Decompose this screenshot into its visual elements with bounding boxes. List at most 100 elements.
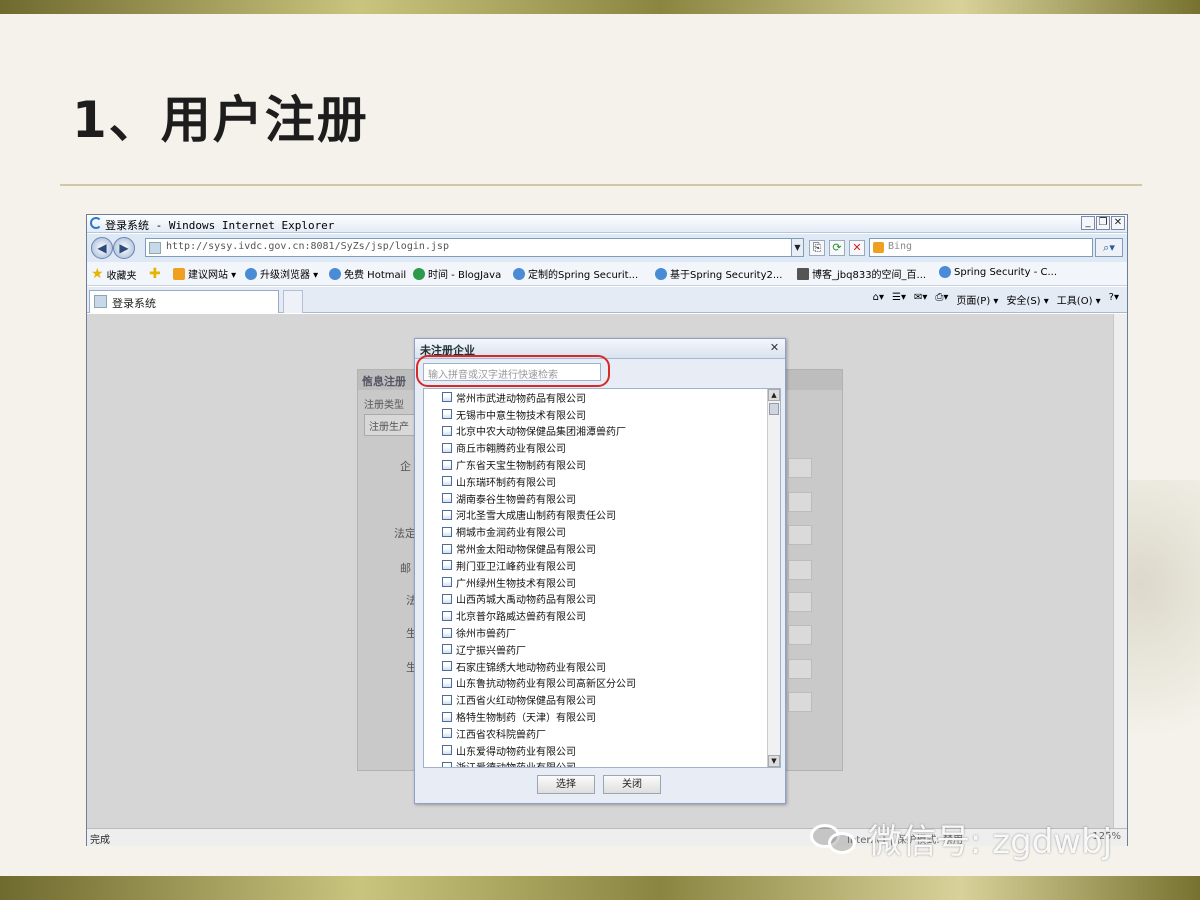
document-icon: [442, 442, 452, 453]
company-list-item[interactable]: 山东瑞环制药有限公司: [424, 473, 780, 490]
company-list-item[interactable]: 北京普尔路威达兽药有限公司: [424, 607, 780, 624]
watermark-text: 微信号: zgdwbj: [868, 822, 1113, 862]
favorite-link[interactable]: 免费 Hotmail: [329, 266, 406, 281]
page-favicon-icon: [149, 242, 161, 254]
new-tab-button[interactable]: [283, 290, 303, 313]
back-button[interactable]: ◀: [91, 237, 113, 259]
add-favorite-icon[interactable]: ✚: [149, 266, 161, 282]
document-icon: [442, 476, 452, 487]
company-list-item[interactable]: 桐城市金润药业有限公司: [424, 523, 780, 540]
form-field[interactable]: [788, 492, 812, 512]
page-menu[interactable]: 页面(P) ▾: [956, 292, 998, 307]
scroll-down-icon[interactable]: ▼: [768, 755, 780, 767]
form-field[interactable]: [788, 525, 812, 545]
document-icon: [442, 644, 452, 655]
company-list-item[interactable]: 北京中农大动物保健品集团湘潭兽药厂: [424, 423, 780, 440]
favorites-bar: ★ 收藏夹 ✚ 建议网站 ▾ 升级浏览器 ▾ 免费 Hotmail 时间 - B…: [87, 262, 1127, 286]
company-list-item[interactable]: 无锡市中意生物技术有限公司: [424, 406, 780, 423]
stop-icon[interactable]: ✕: [849, 240, 865, 256]
form-field[interactable]: [788, 692, 812, 712]
form-field[interactable]: [788, 592, 812, 612]
company-list-item[interactable]: 江西省火红动物保健品有限公司: [424, 691, 780, 708]
forward-button[interactable]: ▶: [113, 237, 135, 259]
company-name: 山西芮城大禹动物药品有限公司: [456, 595, 596, 607]
document-icon: [442, 761, 452, 767]
dialog-close-icon[interactable]: ✕: [768, 342, 781, 355]
company-list-item[interactable]: 常州金太阳动物保健品有限公司: [424, 540, 780, 557]
form-field[interactable]: [788, 659, 812, 679]
restore-icon[interactable]: ❐: [1096, 216, 1110, 230]
company-name: 山东爱得动物药业有限公司: [456, 746, 576, 758]
title-divider: [60, 184, 1142, 186]
status-text: 完成: [90, 835, 110, 846]
list-scrollbar[interactable]: ▲ ▼: [767, 389, 780, 767]
bottom-decor-band: [0, 876, 1200, 900]
company-list-item[interactable]: 山东鲁抗动物药业有限公司高新区分公司: [424, 675, 780, 692]
safety-menu[interactable]: 安全(S) ▾: [1006, 292, 1048, 307]
address-bar[interactable]: http://sysy.ivdc.gov.cn:8081/SyZs/jsp/lo…: [145, 238, 803, 257]
favorite-link[interactable]: 建议网站 ▾: [173, 266, 236, 281]
home-icon[interactable]: ⌂▾: [873, 292, 884, 307]
document-icon: [442, 509, 452, 520]
company-list-item[interactable]: 商丘市翱腾药业有限公司: [424, 439, 780, 456]
close-icon[interactable]: ✕: [1111, 216, 1125, 230]
form-field[interactable]: [788, 625, 812, 645]
company-name: 桐城市金润药业有限公司: [456, 528, 566, 540]
refresh-icon[interactable]: ⟳: [829, 240, 845, 256]
company-list-item[interactable]: 广东省天宝生物制药有限公司: [424, 456, 780, 473]
window-controls: _ ❐ ✕: [1081, 216, 1125, 230]
document-icon: [442, 711, 452, 722]
favorite-link[interactable]: Spring Security - C...: [939, 266, 1057, 278]
document-icon: [442, 745, 452, 756]
form-field[interactable]: [788, 560, 812, 580]
scroll-up-icon[interactable]: ▲: [768, 389, 780, 401]
form-field[interactable]: [788, 458, 812, 478]
feeds-icon[interactable]: ☰▾: [892, 292, 906, 307]
tab-login-system[interactable]: 登录系统: [89, 290, 279, 313]
company-name: 格特生物制药（天津）有限公司: [456, 713, 596, 725]
company-name: 石家庄锦绣大地动物药业有限公司: [456, 662, 606, 674]
favorite-link[interactable]: 博客_jbq833的空间_百...: [797, 266, 926, 281]
company-list-item[interactable]: 江西省农科院兽药厂: [424, 725, 780, 742]
document-icon: [442, 459, 452, 470]
company-list-item[interactable]: 荆门亚卫江峰药业有限公司: [424, 557, 780, 574]
company-list-item[interactable]: 山西芮城大禹动物药品有限公司: [424, 591, 780, 608]
document-icon: [442, 425, 452, 436]
address-dropdown-icon[interactable]: ▼: [791, 238, 804, 257]
window-titlebar: 登录系统 - Windows Internet Explorer _ ❐ ✕: [87, 215, 1127, 233]
tools-menu[interactable]: 工具(O) ▾: [1057, 292, 1101, 307]
company-list-item[interactable]: 徐州市兽药厂: [424, 624, 780, 641]
search-button[interactable]: ⌕▾: [1095, 238, 1123, 257]
select-button[interactable]: 选择: [537, 775, 595, 794]
company-list-item[interactable]: 石家庄锦绣大地动物药业有限公司: [424, 658, 780, 675]
favorites-button[interactable]: ★ 收藏夹: [91, 266, 137, 282]
print-icon[interactable]: ⎙▾: [935, 292, 948, 307]
bing-icon: [873, 242, 884, 253]
document-icon: [442, 543, 452, 554]
close-button[interactable]: 关闭: [603, 775, 661, 794]
favorite-link[interactable]: 升级浏览器 ▾: [245, 266, 318, 281]
company-list-item[interactable]: 河北圣雪大成唐山制药有限责任公司: [424, 507, 780, 524]
company-list-item[interactable]: 湖南泰谷生物兽药有限公司: [424, 490, 780, 507]
mail-icon[interactable]: ✉▾: [914, 292, 927, 307]
form-subtitle: 注册类型: [364, 400, 404, 411]
compatibility-view-icon[interactable]: ⎘: [809, 240, 825, 256]
help-icon[interactable]: ?▾: [1109, 292, 1119, 307]
company-list-item[interactable]: 格特生物制药（天津）有限公司: [424, 708, 780, 725]
company-name: 无锡市中意生物技术有限公司: [456, 410, 586, 422]
company-list-item[interactable]: 山东爱得动物药业有限公司: [424, 742, 780, 759]
company-name: 商丘市翱腾药业有限公司: [456, 444, 566, 456]
unregistered-company-dialog: 未注册企业 ✕ 输入拼音或汉字进行快速检索 常州市武进动物药品有限公司 无锡市中意…: [414, 338, 786, 804]
ie-logo-icon: [90, 217, 102, 229]
favorite-link[interactable]: 时间 - BlogJava: [413, 266, 501, 281]
favorite-link[interactable]: 定制的Spring Securit...: [513, 266, 638, 281]
favorite-link[interactable]: 基于Spring Security2...: [655, 266, 782, 281]
company-list-item[interactable]: 浙江爱德动物药业有限公司: [424, 759, 780, 767]
company-list-item[interactable]: 常州市武进动物药品有限公司: [424, 389, 780, 406]
search-input[interactable]: Bing: [869, 238, 1093, 257]
company-list-item[interactable]: 辽宁振兴兽药厂: [424, 641, 780, 658]
minimize-icon[interactable]: _: [1081, 216, 1095, 230]
page-scrollbar[interactable]: [1113, 314, 1127, 828]
company-list-item[interactable]: 广州绿州生物技术有限公司: [424, 574, 780, 591]
scroll-thumb[interactable]: [769, 403, 779, 415]
